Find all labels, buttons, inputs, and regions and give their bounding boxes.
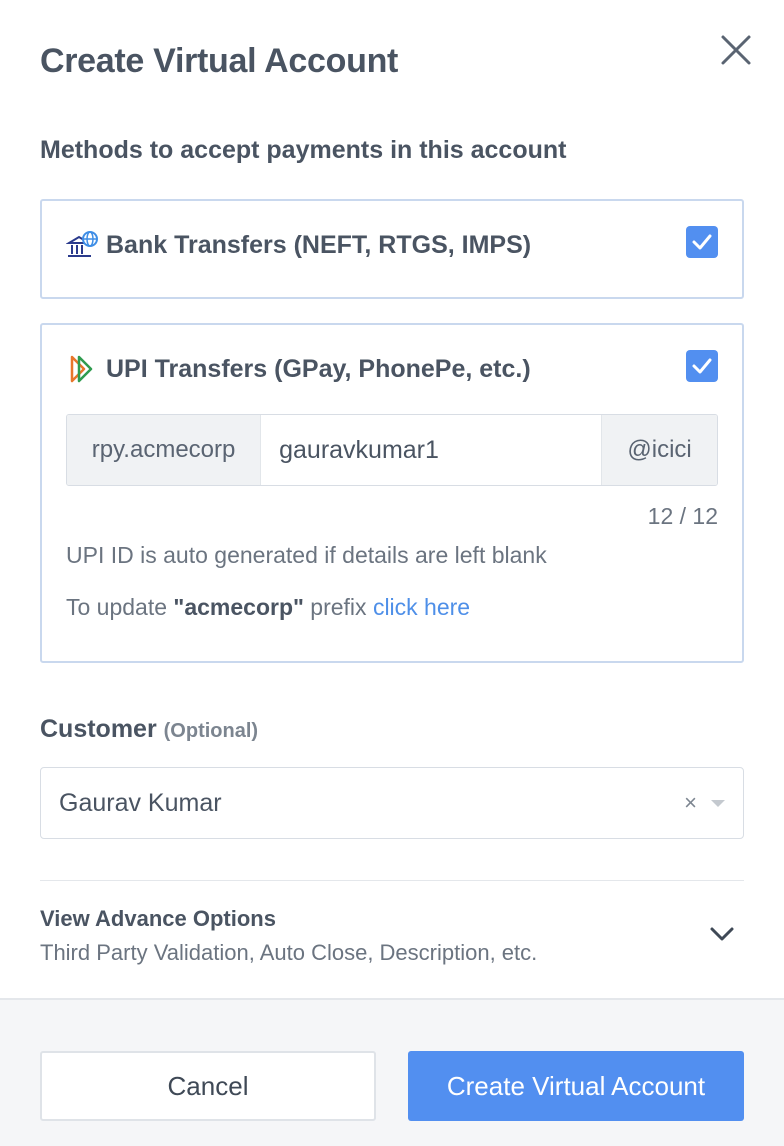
methods-label: Methods to accept payments in this accou… (40, 136, 567, 164)
caret-down-icon[interactable] (711, 799, 725, 807)
upi-transfers-checkbox[interactable] (686, 350, 718, 382)
update-prefix-link[interactable]: click here (373, 594, 470, 620)
checkmark-icon (692, 358, 712, 374)
advance-options-toggle[interactable]: View Advance Options Third Party Validat… (40, 906, 744, 976)
upi-transfers-card[interactable]: UPI Transfers (GPay, PhonePe, etc.) rpy.… (40, 323, 744, 663)
character-counter: 12 / 12 (647, 503, 718, 529)
advance-options-subtitle: Third Party Validation, Auto Close, Desc… (40, 940, 538, 965)
optional-tag: (Optional) (163, 720, 259, 742)
upi-logo-icon (66, 353, 102, 385)
close-icon[interactable] (716, 30, 756, 70)
prefix-name: "acmecorp" (173, 594, 304, 620)
divider (40, 880, 744, 881)
customer-select[interactable]: Gaurav Kumar × (40, 767, 744, 839)
upi-hint-text: UPI ID is auto generated if details are … (66, 542, 547, 568)
dialog-footer: Cancel Create Virtual Account (0, 998, 784, 1146)
bank-transfers-checkbox[interactable] (686, 226, 718, 258)
bank-transfers-card[interactable]: Bank Transfers (NEFT, RTGS, IMPS) (40, 199, 744, 299)
cancel-button[interactable]: Cancel (40, 1051, 376, 1121)
dialog-title: Create Virtual Account (40, 42, 399, 80)
upi-handle-input[interactable] (261, 415, 602, 485)
customer-label: Customer (Optional) (40, 715, 259, 743)
upi-id-field: rpy.acmecorp @icici (66, 414, 718, 486)
upi-prefix: rpy.acmecorp (67, 415, 262, 485)
bank-globe-icon (66, 229, 102, 261)
create-virtual-account-button[interactable]: Create Virtual Account (408, 1051, 744, 1121)
checkmark-icon (692, 234, 712, 250)
upi-suffix: @icici (601, 415, 717, 485)
upi-transfers-label: UPI Transfers (GPay, PhonePe, etc.) (106, 354, 531, 383)
bank-transfers-label: Bank Transfers (NEFT, RTGS, IMPS) (106, 230, 532, 259)
clear-icon[interactable]: × (684, 790, 697, 816)
advance-options-title: View Advance Options (40, 906, 276, 931)
customer-selected-value: Gaurav Kumar (59, 788, 222, 817)
chevron-down-icon[interactable] (708, 924, 736, 944)
update-prefix-text: To update "acmecorp" prefix click here (66, 594, 471, 620)
